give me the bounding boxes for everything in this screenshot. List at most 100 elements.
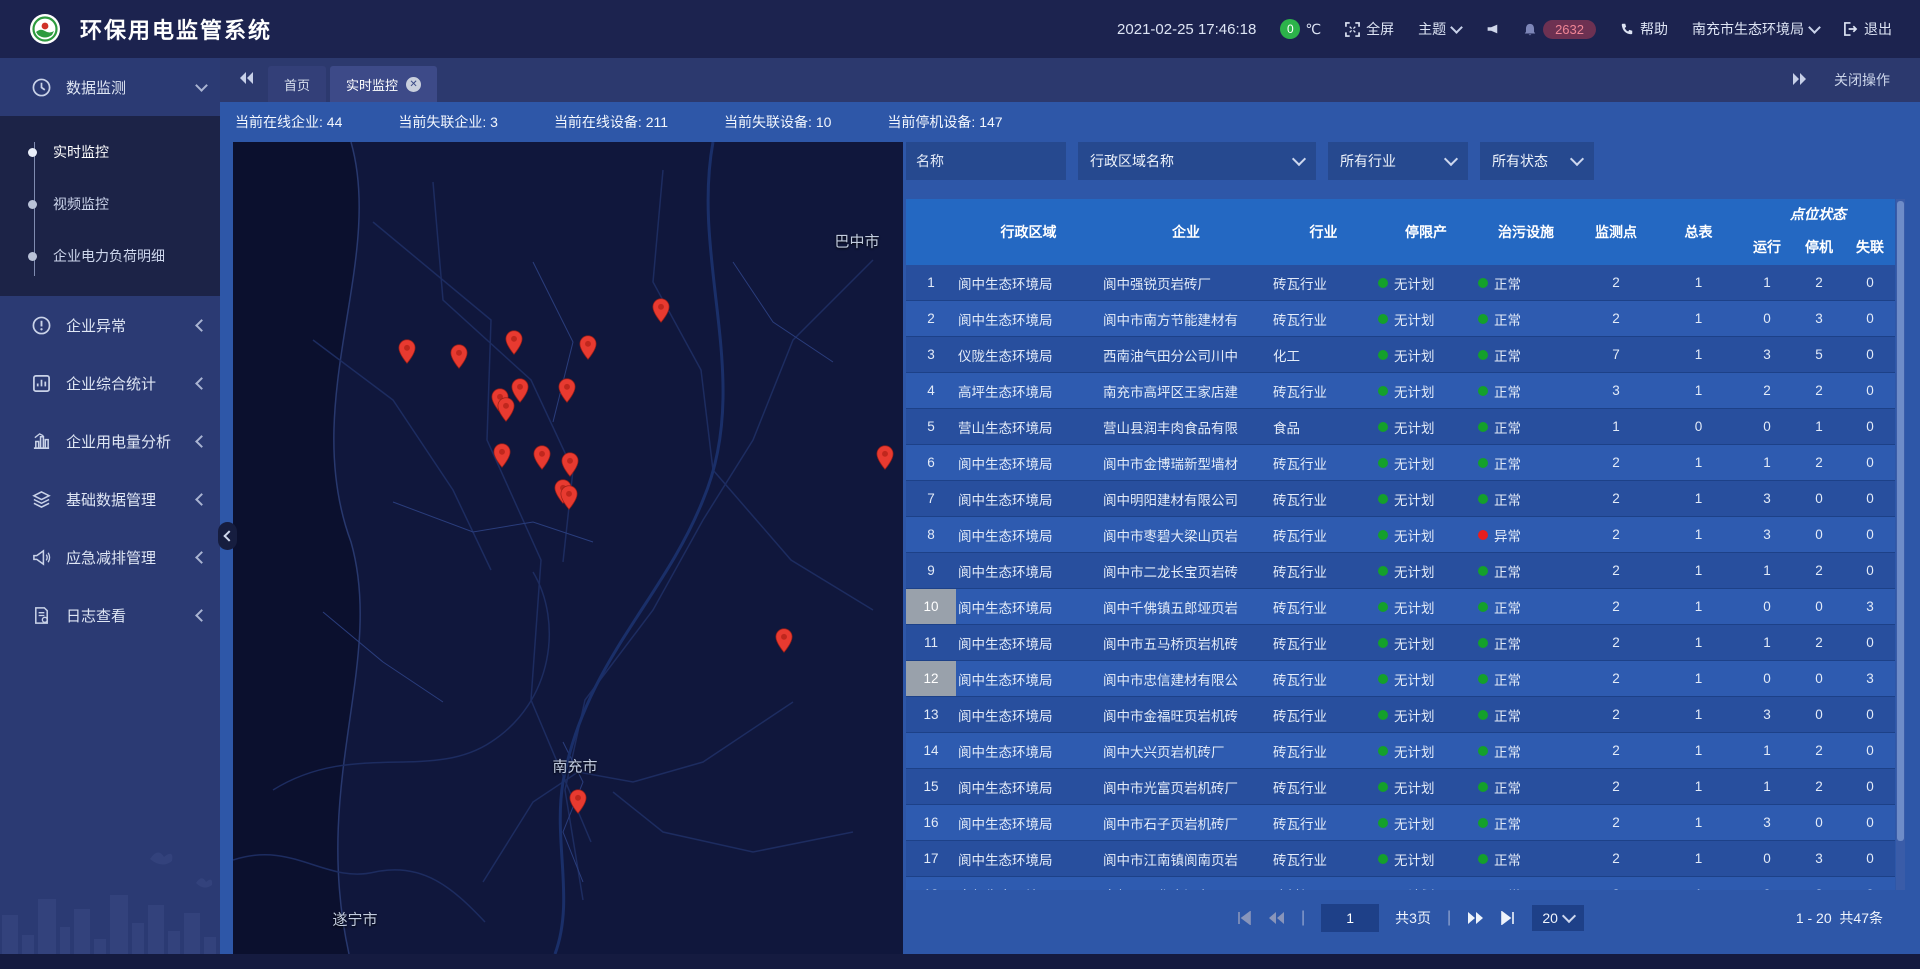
tab-首页[interactable]: 首页 bbox=[268, 66, 326, 102]
notifications[interactable]: 2632 bbox=[1523, 20, 1596, 39]
map-panel[interactable]: 巴中市南充市遂宁市 bbox=[233, 142, 903, 954]
status-select[interactable]: 所有状态 bbox=[1480, 142, 1594, 180]
table-row[interactable]: 15阆中生态环境局阆中市光富页岩机砖厂砖瓦行业 无计划 正常 21120 bbox=[906, 769, 1895, 805]
map-pin-icon[interactable] bbox=[558, 378, 576, 403]
table-row[interactable]: 4高坪生态环境局南充市高坪区王家店建砖瓦行业 无计划 正常 31220 bbox=[906, 373, 1895, 409]
map-roads-layer bbox=[233, 142, 903, 954]
sidebar-subitem-实时监控[interactable]: 实时监控 bbox=[0, 126, 220, 178]
map-pin-icon[interactable] bbox=[876, 445, 894, 470]
stop-status-dot bbox=[1378, 746, 1388, 756]
sidebar-subitem-视频监控[interactable]: 视频监控 bbox=[0, 178, 220, 230]
map-pin-icon[interactable] bbox=[775, 628, 793, 653]
speaker-icon bbox=[1485, 22, 1499, 36]
col-monitor: 监测点 bbox=[1576, 199, 1656, 265]
tabs-scroll-right-button[interactable] bbox=[1792, 72, 1808, 89]
map-pin-icon[interactable] bbox=[505, 330, 523, 355]
map-pin-icon[interactable] bbox=[561, 452, 579, 477]
industry-select[interactable]: 所有行业 bbox=[1328, 142, 1468, 180]
table-row[interactable]: 11阆中生态环境局阆中市五马桥页岩机砖砖瓦行业 无计划 正常 21120 bbox=[906, 625, 1895, 661]
map-pin-icon[interactable] bbox=[398, 339, 416, 364]
name-search-input[interactable] bbox=[906, 142, 1066, 180]
log-icon bbox=[30, 606, 52, 625]
table-row[interactable]: 16阆中生态环境局阆中市石子页岩机砖厂砖瓦行业 无计划 正常 21300 bbox=[906, 805, 1895, 841]
tab-实时监控[interactable]: 实时监控✕ bbox=[330, 66, 437, 102]
map-pin-icon[interactable] bbox=[533, 445, 551, 470]
stats-bar: 当前在线企业: 44当前失联企业: 3当前在线设备: 211当前失联设备: 10… bbox=[220, 102, 1920, 142]
chevron-left-icon bbox=[195, 435, 208, 448]
stat-item: 当前失联设备: 10 bbox=[724, 112, 831, 132]
close-operations-button[interactable]: 关闭操作 bbox=[1834, 70, 1890, 90]
region-select[interactable]: 行政区域名称 bbox=[1078, 142, 1316, 180]
fullscreen-button[interactable]: 全屏 bbox=[1345, 19, 1394, 39]
map-collapse-handle[interactable] bbox=[218, 522, 237, 550]
sidebar-item-基础数据管理[interactable]: 基础数据管理 bbox=[0, 470, 220, 528]
facility-status-dot bbox=[1478, 494, 1488, 504]
tab-close-icon[interactable]: ✕ bbox=[406, 77, 421, 92]
sidebar-subitem-label: 实时监控 bbox=[53, 142, 109, 162]
city-label-巴中市: 巴中市 bbox=[834, 231, 879, 252]
last-page-button[interactable] bbox=[1500, 911, 1516, 925]
table-row[interactable]: 2阆中生态环境局阆中市南方节能建材有砖瓦行业 无计划 正常 21030 bbox=[906, 301, 1895, 337]
sidebar-subitem-企业电力负荷明细[interactable]: 企业电力负荷明细 bbox=[0, 230, 220, 282]
map-pin-icon[interactable] bbox=[497, 397, 515, 422]
sidebar-item-企业用电量分析[interactable]: 企业用电量分析 bbox=[0, 412, 220, 470]
page-size-select[interactable]: 20 bbox=[1532, 905, 1584, 931]
organization-dropdown[interactable]: 南充市生态环境局 bbox=[1692, 19, 1819, 39]
sidebar-nav: 数据监测实时监控视频监控企业电力负荷明细企业异常企业综合统计企业用电量分析基础数… bbox=[0, 58, 220, 969]
sidebar-item-label: 基础数据管理 bbox=[66, 489, 156, 510]
first-page-button[interactable] bbox=[1236, 911, 1252, 925]
temperature: 0 ℃ bbox=[1280, 19, 1321, 39]
next-page-button[interactable] bbox=[1467, 911, 1484, 925]
map-pin-icon[interactable] bbox=[493, 443, 511, 468]
mute-button[interactable] bbox=[1485, 22, 1499, 36]
enterprise-table-body: 1阆中生态环境局阆中强锐页岩砖厂砖瓦行业 无计划 正常 21120 2阆中生态环… bbox=[906, 265, 1895, 890]
table-row[interactable]: 17阆中生态环境局阆中市江南镇阆南页岩砖瓦行业 无计划 正常 21030 bbox=[906, 841, 1895, 877]
top-header-bar: 环保用电监管系统 2021-02-25 17:46:18 0 ℃ 全屏 主题 2… bbox=[0, 0, 1920, 58]
organization-label: 南充市生态环境局 bbox=[1692, 19, 1804, 39]
table-row[interactable]: 13阆中生态环境局阆中市金福旺页岩机砖砖瓦行业 无计划 正常 21300 bbox=[906, 697, 1895, 733]
chevron-left-icon bbox=[195, 319, 208, 332]
fullscreen-label: 全屏 bbox=[1366, 19, 1394, 39]
table-scrollbar[interactable] bbox=[1896, 199, 1905, 890]
table-row[interactable]: 6阆中生态环境局阆中市金博瑞新型墙材砖瓦行业 无计划 正常 21120 bbox=[906, 445, 1895, 481]
sidebar-item-日志查看[interactable]: 日志查看 bbox=[0, 586, 220, 644]
facility-status-dot bbox=[1478, 818, 1488, 828]
table-row[interactable]: 18南部生态环境局南部县砚化水泥有限公建材加工 无计划 正常 21030 bbox=[906, 877, 1895, 891]
page-number-input[interactable] bbox=[1321, 904, 1379, 932]
table-row[interactable]: 9阆中生态环境局阆中市二龙长宝页岩砖砖瓦行业 无计划 正常 21120 bbox=[906, 553, 1895, 589]
map-pin-icon[interactable] bbox=[560, 485, 578, 510]
table-row[interactable]: 5营山生态环境局营山县润丰肉食品有限食品 无计划 正常 10010 bbox=[906, 409, 1895, 445]
tabs-scroll-left-button[interactable] bbox=[238, 71, 254, 90]
sidebar-item-企业综合统计[interactable]: 企业综合统计 bbox=[0, 354, 220, 412]
sidebar-item-应急减排管理[interactable]: 应急减排管理 bbox=[0, 528, 220, 586]
table-row[interactable]: 7阆中生态环境局阆中明阳建材有限公司砖瓦行业 无计划 正常 21300 bbox=[906, 481, 1895, 517]
theme-dropdown[interactable]: 主题 bbox=[1418, 19, 1461, 39]
logout-button[interactable]: 退出 bbox=[1843, 19, 1892, 39]
facility-status-dot bbox=[1478, 854, 1488, 864]
table-row[interactable]: 14阆中生态环境局阆中大兴页岩机砖厂砖瓦行业 无计划 正常 21120 bbox=[906, 733, 1895, 769]
sidebar-item-企业异常[interactable]: 企业异常 bbox=[0, 296, 220, 354]
help-button[interactable]: 帮助 bbox=[1620, 19, 1668, 39]
chevron-left-icon bbox=[223, 530, 234, 541]
prev-page-button[interactable] bbox=[1268, 911, 1285, 925]
stop-status-dot bbox=[1378, 314, 1388, 324]
enterprise-panel: 行政区域名称 所有行业 所有状态 行政区域 企业 行业 停限产 治 bbox=[906, 142, 1905, 945]
sidebar-item-label: 数据监测 bbox=[66, 77, 126, 98]
map-pin-icon[interactable] bbox=[579, 335, 597, 360]
table-row[interactable]: 3仪陇生态环境局西南油气田分公司川中化工 无计划 正常 71350 bbox=[906, 337, 1895, 373]
temperature-unit: ℃ bbox=[1305, 21, 1321, 38]
table-row[interactable]: 12阆中生态环境局阆中市忠信建材有限公砖瓦行业 无计划 正常 21003 bbox=[906, 661, 1895, 697]
scrollbar-thumb[interactable] bbox=[1897, 201, 1904, 841]
map-pin-icon[interactable] bbox=[450, 344, 468, 369]
table-row[interactable]: 1阆中生态环境局阆中强锐页岩砖厂砖瓦行业 无计划 正常 21120 bbox=[906, 265, 1895, 301]
map-pin-icon[interactable] bbox=[569, 789, 587, 814]
facility-status-dot bbox=[1478, 278, 1488, 288]
map-pin-icon[interactable] bbox=[652, 298, 670, 323]
table-row[interactable]: 10阆中生态环境局阆中千佛镇五郎垭页岩砖瓦行业 无计划 正常 21003 bbox=[906, 589, 1895, 625]
col-company: 企业 bbox=[1101, 199, 1271, 265]
data-monitor-icon bbox=[30, 78, 52, 97]
table-row[interactable]: 8阆中生态环境局阆中市枣碧大梁山页岩砖瓦行业 无计划 异常 21300 bbox=[906, 517, 1895, 553]
stop-status-dot bbox=[1378, 566, 1388, 576]
app-title: 环保用电监管系统 bbox=[80, 13, 272, 45]
sidebar-item-数据监测[interactable]: 数据监测 bbox=[0, 58, 220, 116]
